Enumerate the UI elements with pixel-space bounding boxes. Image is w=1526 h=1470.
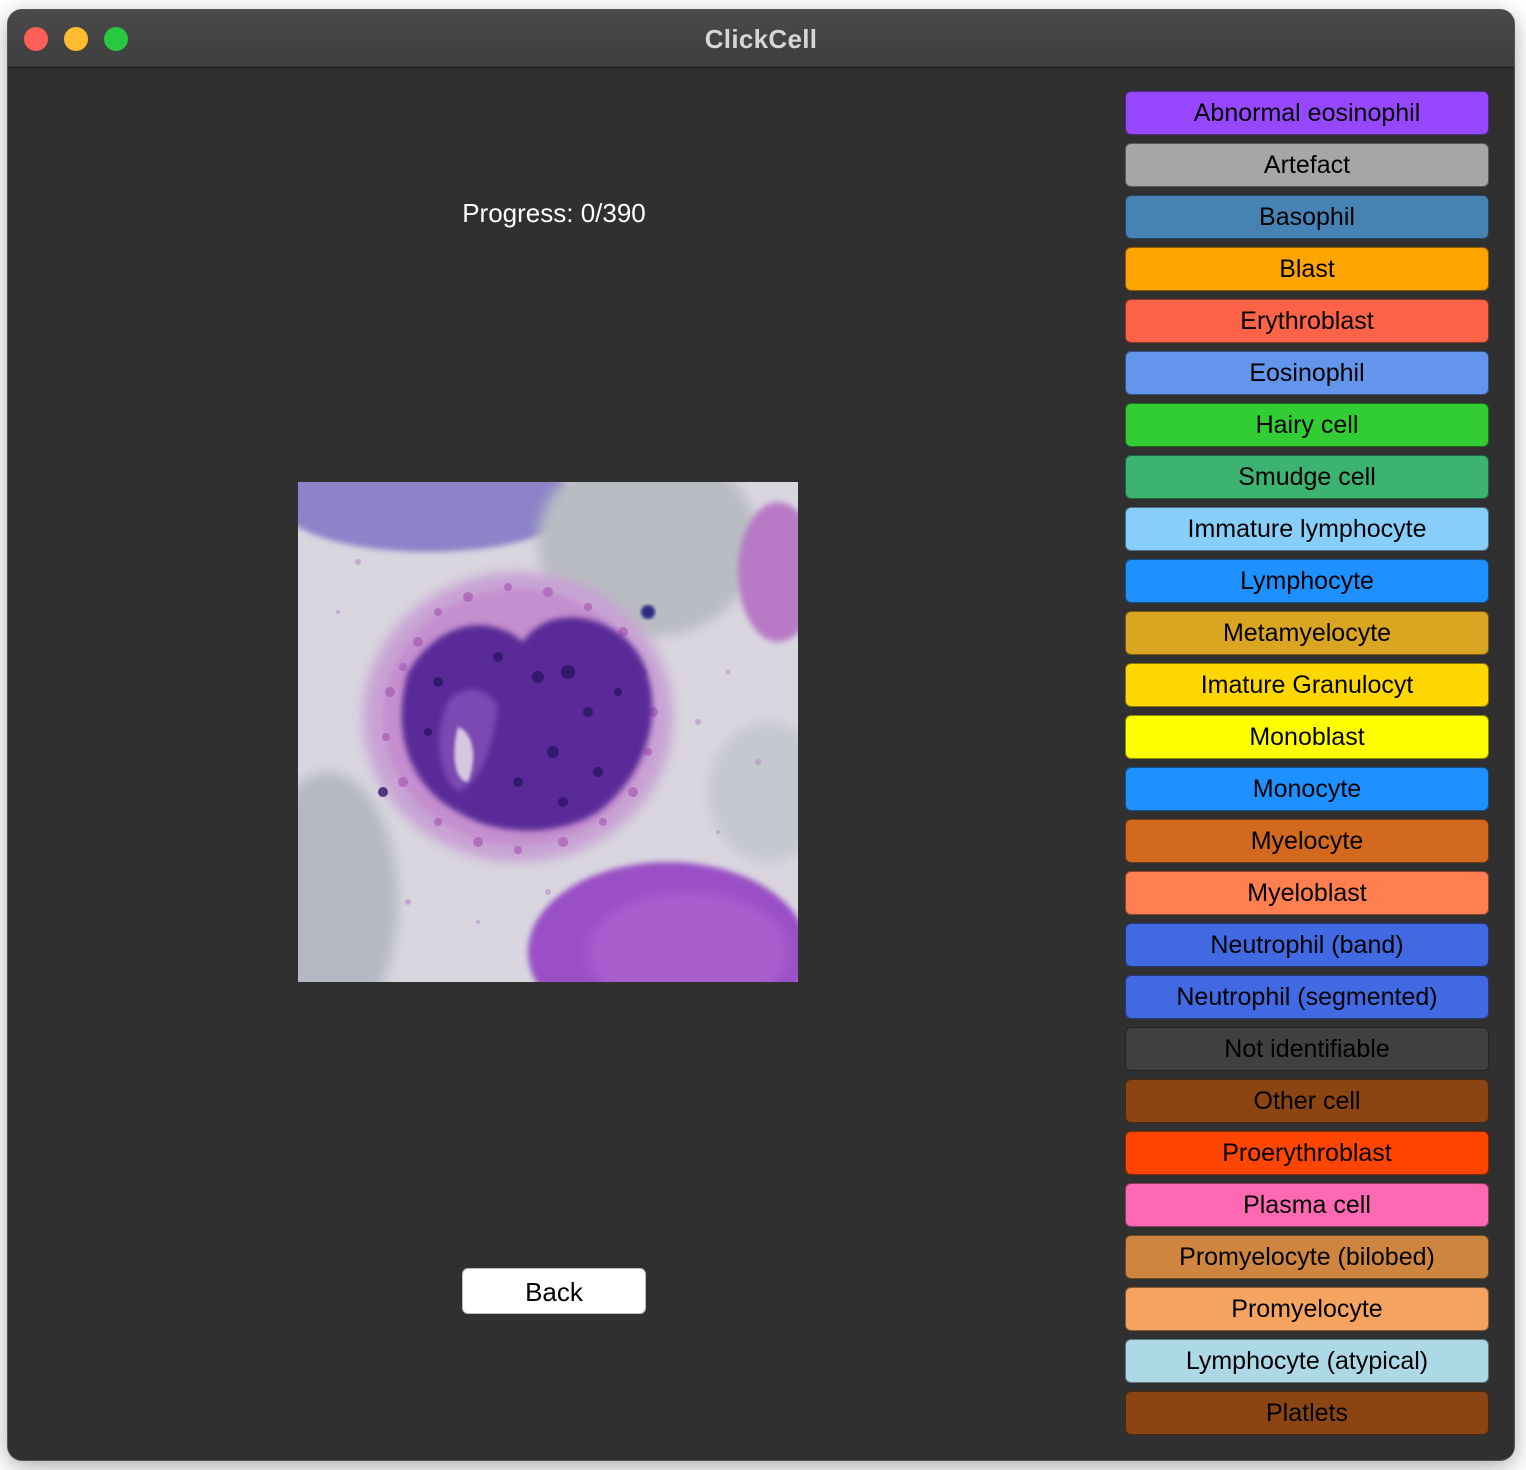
category-button-lymphocyte-atypical[interactable]: Lymphocyte (atypical) [1125, 1339, 1489, 1383]
window-title: ClickCell [704, 24, 818, 54]
category-button-erythroblast[interactable]: Erythroblast [1125, 299, 1489, 343]
title-bar: ClickCell [8, 10, 1514, 68]
category-button-not-identifiable[interactable]: Not identifiable [1125, 1027, 1489, 1071]
category-button-neutrophil-segmented[interactable]: Neutrophil (segmented) [1125, 975, 1489, 1019]
category-button-monoblast[interactable]: Monoblast [1125, 715, 1489, 759]
category-button-lymphocyte[interactable]: Lymphocyte [1125, 559, 1489, 603]
category-button-imature-granulocyt[interactable]: Imature Granulocyt [1125, 663, 1489, 707]
category-button-plasma-cell[interactable]: Plasma cell [1125, 1183, 1489, 1227]
category-button-basophil[interactable]: Basophil [1125, 195, 1489, 239]
category-button-immature-lymphocyte[interactable]: Immature lymphocyte [1125, 507, 1489, 551]
category-button-promyelocyte[interactable]: Promyelocyte [1125, 1287, 1489, 1331]
cell-category-list: Abnormal eosinophil Artefact Basophil Blast… [1125, 91, 1489, 1443]
category-button-hairy-cell[interactable]: Hairy cell [1125, 403, 1489, 447]
category-button-artefact[interactable]: Artefact [1125, 143, 1489, 187]
progress-label: Progress: 0/390 [462, 198, 646, 228]
cell-image [298, 482, 798, 982]
category-button-myelocyte[interactable]: Myelocyte [1125, 819, 1489, 863]
category-button-monocyte[interactable]: Monocyte [1125, 767, 1489, 811]
category-button-neutrophil-band[interactable]: Neutrophil (band) [1125, 923, 1489, 967]
category-button-promyelocyte-bilobed[interactable]: Promyelocyte (bilobed) [1125, 1235, 1489, 1279]
category-button-smudge-cell[interactable]: Smudge cell [1125, 455, 1489, 499]
app-window: ClickCell Progress: 0/390 Back Abnormal … [8, 10, 1514, 1460]
category-button-myeloblast[interactable]: Myeloblast [1125, 871, 1489, 915]
category-button-other-cell[interactable]: Other cell [1125, 1079, 1489, 1123]
category-button-abnormal-eosinophil[interactable]: Abnormal eosinophil [1125, 91, 1489, 135]
category-button-proerythroblast[interactable]: Proerythroblast [1125, 1131, 1489, 1175]
category-button-metamyelocyte[interactable]: Metamyelocyte [1125, 611, 1489, 655]
category-button-eosinophil[interactable]: Eosinophil [1125, 351, 1489, 395]
back-button[interactable]: Back [462, 1268, 646, 1314]
category-button-platlets[interactable]: Platlets [1125, 1391, 1489, 1435]
category-button-blast[interactable]: Blast [1125, 247, 1489, 291]
